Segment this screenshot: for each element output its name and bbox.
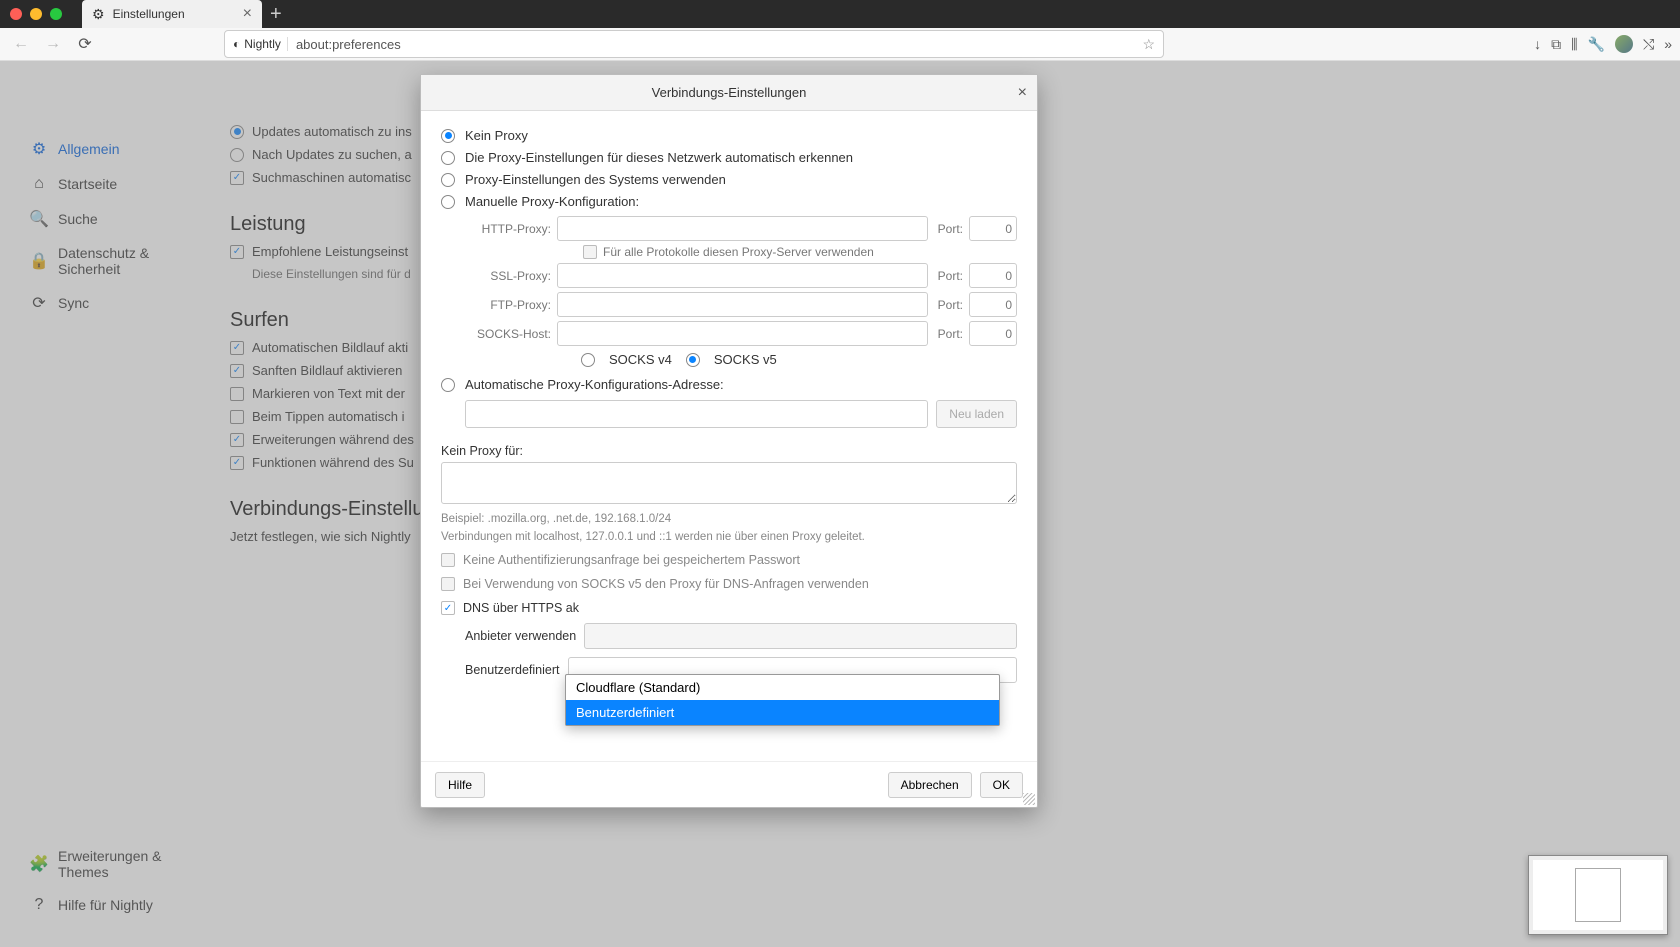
- radio-socks-v5[interactable]: [686, 353, 700, 367]
- ftp-proxy-label: FTP-Proxy:: [465, 298, 551, 312]
- ftp-proxy-input[interactable]: [557, 292, 928, 317]
- close-dialog-button[interactable]: ×: [1018, 84, 1027, 102]
- brand-label: ◐ Nightly: [233, 37, 288, 51]
- bookmark-star-icon[interactable]: ☆: [1142, 36, 1155, 53]
- provider-label: Anbieter verwenden: [465, 629, 576, 643]
- dropdown-option-cloudflare[interactable]: Cloudflare (Standard): [566, 675, 999, 700]
- maximize-window-button[interactable]: [50, 8, 62, 20]
- checkbox-no-auth[interactable]: [441, 553, 455, 567]
- minimize-window-button[interactable]: [30, 8, 42, 20]
- custom-url-label: Benutzerdefiniert: [465, 663, 560, 677]
- ftp-port-input[interactable]: [969, 292, 1017, 317]
- label: Für alle Protokolle diesen Proxy-Server …: [603, 245, 874, 259]
- provider-select[interactable]: [584, 623, 1017, 649]
- browser-tab[interactable]: ⚙ Einstellungen ×: [82, 0, 262, 28]
- cancel-button[interactable]: Abbrechen: [888, 772, 972, 798]
- http-proxy-label: HTTP-Proxy:: [465, 222, 551, 236]
- no-proxy-example: Beispiel: .mozilla.org, .net.de, 192.168…: [441, 513, 1017, 525]
- label: Manuelle Proxy-Konfiguration:: [465, 194, 639, 209]
- gear-icon: ⚙: [92, 6, 105, 23]
- window-titlebar: ⚙ Einstellungen × +: [0, 0, 1680, 28]
- dialog-body: Kein Proxy Die Proxy-Einstellungen für d…: [421, 111, 1037, 761]
- radio-socks-v4[interactable]: [581, 353, 595, 367]
- checkbox-use-all-protocols[interactable]: [583, 245, 597, 259]
- label: SOCKS v5: [714, 352, 777, 367]
- shuffle-icon[interactable]: ⤭: [1643, 36, 1654, 53]
- ssl-proxy-input[interactable]: [557, 263, 928, 288]
- nightly-icon: ◐: [233, 37, 240, 51]
- back-button[interactable]: ←: [8, 31, 34, 57]
- pac-url-input[interactable]: [465, 400, 928, 428]
- preview-thumbnail[interactable]: [1528, 855, 1668, 935]
- reload-pac-button[interactable]: Neu laden: [936, 400, 1017, 428]
- library-icon[interactable]: ⫼: [1571, 36, 1577, 53]
- label: Die Proxy-Einstellungen für dieses Netzw…: [465, 150, 853, 165]
- socks-port-input[interactable]: [969, 321, 1017, 346]
- port-label: Port:: [938, 298, 963, 312]
- http-proxy-input[interactable]: [557, 216, 928, 241]
- resize-grip-icon[interactable]: [1023, 793, 1035, 805]
- label: Keine Authentifizierungsanfrage bei gesp…: [463, 553, 800, 567]
- traffic-lights: [10, 8, 62, 20]
- checkbox-socks-dns[interactable]: [441, 577, 455, 591]
- new-tab-button[interactable]: +: [270, 3, 282, 26]
- thumbnail-content: [1533, 860, 1663, 930]
- brand-text: Nightly: [244, 37, 281, 51]
- label: DNS über HTTPS ak: [463, 601, 579, 615]
- overflow-icon[interactable]: »: [1664, 36, 1672, 52]
- url-text: about:preferences: [296, 37, 1143, 52]
- radio-system-proxy[interactable]: [441, 173, 455, 187]
- account-avatar-icon[interactable]: [1615, 35, 1633, 53]
- no-proxy-label: Kein Proxy für:: [441, 444, 1017, 458]
- radio-pac-url[interactable]: [441, 378, 455, 392]
- port-label: Port:: [938, 222, 963, 236]
- localhost-note: Verbindungen mit localhost, 127.0.0.1 un…: [441, 531, 1017, 543]
- no-proxy-textarea[interactable]: [441, 462, 1017, 504]
- radio-no-proxy[interactable]: [441, 129, 455, 143]
- dialog-footer: Hilfe Abbrechen OK: [421, 761, 1037, 807]
- label: Automatische Proxy-Konfigurations-Adress…: [465, 377, 724, 392]
- dialog-title: Verbindungs-Einstellungen: [652, 85, 807, 100]
- manual-proxy-grid: HTTP-Proxy: Port: Für alle Protokolle di…: [465, 216, 1017, 367]
- tab-title: Einstellungen: [113, 7, 185, 21]
- radio-auto-detect[interactable]: [441, 151, 455, 165]
- ssl-proxy-label: SSL-Proxy:: [465, 269, 551, 283]
- label: SOCKS v4: [609, 352, 672, 367]
- checkbox-doh[interactable]: [441, 601, 455, 615]
- downloads-icon[interactable]: ↓: [1534, 36, 1541, 52]
- port-label: Port:: [938, 269, 963, 283]
- reload-button[interactable]: ⟳: [72, 31, 98, 57]
- dropdown-option-custom[interactable]: Benutzerdefiniert: [566, 700, 999, 725]
- label: Bei Verwendung von SOCKS v5 den Proxy fü…: [463, 577, 869, 591]
- label: Proxy-Einstellungen des Systems verwende…: [465, 172, 726, 187]
- label: Kein Proxy: [465, 128, 528, 143]
- close-tab-icon[interactable]: ×: [243, 5, 252, 23]
- dialog-header: Verbindungs-Einstellungen ×: [421, 75, 1037, 111]
- socks-host-input[interactable]: [557, 321, 928, 346]
- browser-toolbar: ← → ⟳ ◐ Nightly about:preferences ☆ ↓ ⧉ …: [0, 28, 1680, 61]
- provider-dropdown: Cloudflare (Standard) Benutzerdefiniert: [565, 674, 1000, 726]
- close-window-button[interactable]: [10, 8, 22, 20]
- socks-host-label: SOCKS-Host:: [465, 327, 551, 341]
- toolbar-actions: ↓ ⧉ ⫼ 🔧 ⤭ »: [1534, 35, 1672, 53]
- http-port-input[interactable]: [969, 216, 1017, 241]
- ssl-port-input[interactable]: [969, 263, 1017, 288]
- ok-button[interactable]: OK: [980, 772, 1023, 798]
- developer-icon[interactable]: 🔧: [1588, 36, 1605, 53]
- port-label: Port:: [938, 327, 963, 341]
- radio-manual-proxy[interactable]: [441, 195, 455, 209]
- url-bar[interactable]: ◐ Nightly about:preferences ☆: [224, 30, 1164, 58]
- help-button[interactable]: Hilfe: [435, 772, 485, 798]
- pocket-icon[interactable]: ⧉: [1551, 36, 1561, 53]
- forward-button[interactable]: →: [40, 31, 66, 57]
